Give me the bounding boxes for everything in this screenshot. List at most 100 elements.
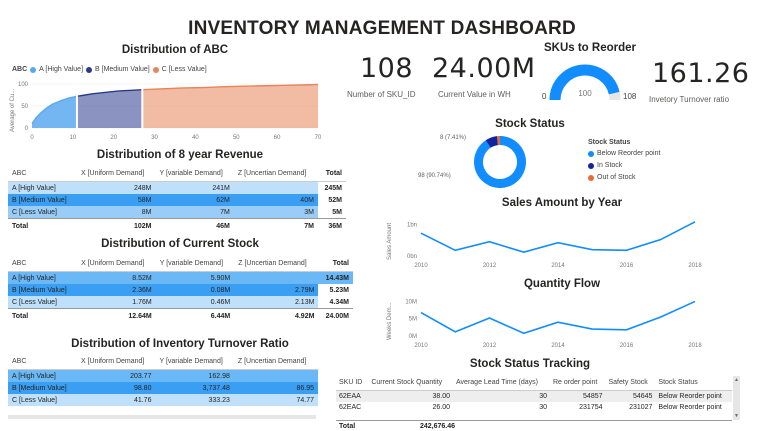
trk-total-label: Total	[339, 423, 356, 430]
table-row[interactable]: B [Medium Value] 58M 62M 40M 52M	[8, 194, 346, 206]
qty-ylabel: Weeks Dem...	[387, 302, 393, 340]
legend-in-stock[interactable]: In Stock	[588, 162, 660, 169]
abc-area-1[interactable]	[76, 89, 143, 128]
turnover-scrollbar[interactable]	[8, 415, 316, 419]
stk-h-total[interactable]: Total	[318, 255, 353, 272]
scroll-down-icon[interactable]: ▼	[734, 413, 739, 419]
rev-total: Total	[8, 218, 77, 234]
table-row[interactable]: 62EAC 26.00 30 231754 231027 Below Reord…	[336, 402, 732, 413]
scroll-up-icon[interactable]: ▲	[734, 377, 739, 383]
stk-cell: 1.76M	[77, 296, 156, 309]
trk-cell: 62EAC	[339, 404, 362, 411]
abc-xtick: 10	[70, 135, 77, 141]
turnover-table-title: Distribution of Inventory Turnover Ratio	[71, 338, 289, 350]
table-row[interactable]: C [Less Value] 1.76M 0.46M 2.13M 4.34M	[8, 296, 353, 309]
table-row[interactable]: C [Less Value] 8M 7M 3M 5M	[8, 206, 346, 219]
trk-h-qty[interactable]: Current Stock Quantity	[368, 374, 454, 391]
tr-h-y[interactable]: Y [variable Demand]	[155, 353, 234, 370]
abc-legend: ABC A [High Value] B [Medium Value] C [L…	[12, 66, 207, 73]
legend-c-label[interactable]: C [Less Value]	[162, 66, 207, 73]
stock-status-legend: Stock Status Below Reorder point In Stoc…	[588, 139, 660, 181]
stk-h-x[interactable]: X [Uniform Demand]	[77, 255, 156, 272]
qty-series-line[interactable]	[420, 300, 696, 335]
abc-xtick: 70	[315, 135, 322, 141]
trk-h-reorder[interactable]: Re order point	[550, 374, 606, 391]
stk-h-z[interactable]: Z [Uncertian Demand]	[234, 255, 319, 272]
rev-total: 46M	[155, 218, 234, 234]
stk-cell	[234, 271, 319, 284]
abc-ylabel: Average of Cu...	[10, 88, 16, 132]
table-row[interactable]: C [Less Value] 41.76 333.23 74.77	[8, 394, 318, 406]
trk-h-sku[interactable]: SKU ID	[336, 374, 369, 391]
stk-h-abc[interactable]: ABC	[8, 255, 78, 272]
trk-cell: 62EAA	[336, 390, 369, 402]
qty-xtick: 2010	[414, 343, 428, 349]
quantity-line-chart[interactable]: Weeks Dem... 10M 5M 0M 2010 2012 2014 2016 2018	[385, 292, 710, 352]
tr-cell: B [Medium Value]	[8, 382, 77, 394]
legend-below-reorder[interactable]: Below Reorder point	[588, 150, 660, 157]
legend-in-stock-label: In Stock	[597, 162, 623, 169]
abc-area-2[interactable]	[142, 84, 318, 128]
qty-xtick: 2014	[551, 343, 565, 349]
rev-total: 36M	[317, 218, 346, 234]
tr-cell	[233, 369, 318, 382]
tr-cell: C [Less Value]	[8, 394, 77, 406]
sales-ylabel: Sales Amount	[387, 223, 393, 260]
stk-cell: 0.46M	[155, 296, 235, 309]
stk-cell: 2.36M	[77, 284, 156, 296]
trk-h-safety[interactable]: Safety Stock	[605, 374, 656, 391]
trk-h-status[interactable]: Stock Status	[655, 374, 732, 391]
sales-chart-title: Sales Amount by Year	[501, 197, 623, 209]
stock-status-donut[interactable]	[470, 132, 530, 192]
tr-h-z[interactable]: Z [Uncertian Demand]	[233, 353, 318, 370]
rev-h-y[interactable]: Y [variable Demand]	[155, 165, 234, 182]
kpi-current-value-label: Current Value in WH	[438, 90, 511, 99]
legend-out-of-stock[interactable]: Out of Stock	[588, 174, 660, 181]
rev-h-x[interactable]: X [Uniform Demand]	[76, 165, 156, 182]
rev-total: 102M	[76, 218, 156, 234]
reorder-gauge-title: SKUs to Reorder	[543, 42, 637, 54]
tr-h-abc[interactable]: ABC	[8, 353, 77, 370]
legend-a-label[interactable]: A [High Value]	[39, 66, 83, 73]
sales-line-chart[interactable]: Sales Amount 1bn 0bn 2010 2012 2014 2016 2018	[385, 212, 710, 272]
stk-cell: 14.43M	[318, 271, 353, 284]
table-row[interactable]: A [High Value] 8.52M 5.90M 14.43M	[8, 271, 353, 284]
table-row[interactable]: 62EAA 38.00 30 54857 54645 Below Reorder…	[336, 390, 732, 402]
table-row[interactable]: A [High Value] 203.77 162.98	[8, 369, 318, 382]
rev-h-abc[interactable]: ABC	[8, 165, 77, 182]
tracking-scrollbar[interactable]: ▲ ▼	[733, 376, 740, 420]
legend-below-reorder-dot	[588, 150, 594, 157]
tr-h-x[interactable]: X [Uniform Demand]	[76, 353, 156, 370]
rev-cell: 7M	[155, 206, 234, 219]
legend-c-dot	[152, 66, 159, 73]
sales-xtick: 2012	[483, 263, 497, 269]
qty-xtick: 2016	[620, 343, 634, 349]
legend-b-label[interactable]: B [Medium Value]	[95, 66, 150, 73]
tr-cell: 86.95	[233, 382, 318, 394]
table-row[interactable]: B [Medium Value] 98.80 3,737.48 86.95	[8, 382, 318, 394]
abc-xtick: 20	[110, 135, 117, 141]
table-row[interactable]: B [Medium Value] 2.36M 0.08M 2.79M 5.23M	[8, 284, 353, 296]
turnover-table: ABC X [Uniform Demand] Y [variable Deman…	[8, 353, 318, 406]
qty-chart-title: Quantity Flow	[523, 278, 601, 290]
qty-xtick: 2012	[483, 343, 497, 349]
tracking-total-row: Total 242,676.46	[336, 420, 732, 430]
stk-total: 6.44M	[155, 308, 235, 324]
abc-area-0[interactable]	[32, 96, 77, 128]
kpi-turnover-label: Invetory Turnover ratio	[649, 95, 730, 104]
reorder-gauge[interactable]: 100	[540, 60, 640, 110]
sales-ytick: 1bn	[407, 222, 417, 228]
rev-h-total[interactable]: Total	[317, 165, 346, 182]
sales-xtick: 2010	[414, 263, 428, 269]
sales-series-line[interactable]	[420, 221, 696, 254]
trk-total-value: 242,676.46	[419, 423, 455, 430]
kpi-turnover: 161.26	[652, 58, 750, 89]
stk-total: Total	[8, 308, 78, 324]
rev-h-z[interactable]: Z [Uncertian Demand]	[233, 165, 318, 182]
kpi-sku-count-label: Number of SKU_ID	[347, 90, 416, 99]
abc-area-chart[interactable]: Average of Cu... 100 50 0 0 10 20 30 40 50 60 7…	[6, 74, 336, 146]
trk-h-lead[interactable]: Average Lead Time (days)	[453, 374, 550, 391]
stock-table-title: Distribution of Current Stock	[101, 238, 259, 250]
stk-h-y[interactable]: Y [variable Demand]	[155, 255, 235, 272]
table-row[interactable]: A [High Value] 248M 241M 245M	[8, 181, 346, 194]
